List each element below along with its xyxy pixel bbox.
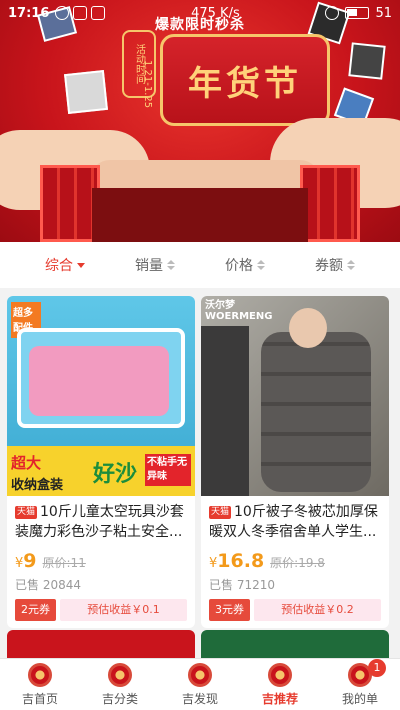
- brand-logo: 沃尔梦 WOERMENG: [205, 300, 272, 322]
- nav-label: 吉推荐: [261, 691, 298, 706]
- wifi-icon: [325, 6, 340, 20]
- network-speed: 475 K/s: [191, 5, 240, 21]
- tmall-badge: 天猫: [15, 506, 38, 519]
- orders-badge: 1: [368, 659, 386, 677]
- door-decoration: [300, 165, 360, 242]
- promo-banner[interactable]: 17:16 475 K/s 51 爆款限时秒杀 活动时间 1.21-1.25 年…: [0, 0, 400, 242]
- shelf-decoration: [201, 326, 249, 496]
- sort-label: 券额: [315, 258, 343, 274]
- image-text: 好沙: [93, 462, 138, 487]
- product-card[interactable]: 沃尔梦 WOERMENG 天猫 10斤被子冬被芯加厚保暖双人冬季宿舍单人学生...…: [201, 296, 389, 628]
- image-text: 超大: [11, 454, 42, 472]
- chevron-down-icon: [77, 262, 85, 268]
- sold-count: 已售 71210: [209, 578, 275, 592]
- stage-decoration: [92, 188, 308, 242]
- book-image: [348, 42, 386, 80]
- status-time: 17:16: [8, 5, 50, 21]
- model-image: [289, 308, 327, 348]
- plaque-text: 年货节: [188, 63, 302, 104]
- sort-price[interactable]: 价格: [225, 255, 265, 275]
- discover-icon: [188, 662, 212, 687]
- product-image: 超多配件 超大 收纳盒装 好沙 不粘手无异味: [7, 296, 195, 496]
- event-date: 1.21-1.25: [142, 60, 153, 109]
- sold-count: 已售 20844: [15, 578, 81, 592]
- nav-category[interactable]: 吉分类: [80, 659, 160, 710]
- sort-coupon[interactable]: 券额: [315, 255, 355, 275]
- battery-level: 51: [375, 5, 392, 21]
- nav-discover[interactable]: 吉发现: [160, 659, 240, 710]
- product-image: 沃尔梦 WOERMENG: [201, 296, 389, 496]
- earnings-badge: 预估收益￥0.2: [254, 599, 381, 621]
- sort-label: 综合: [45, 258, 73, 274]
- nav-label: 吉发现: [181, 691, 218, 706]
- pink-sand: [29, 346, 169, 416]
- product-title-text: 10斤被子冬被芯加厚保暖双人冬季宿舍单人学生...: [209, 504, 378, 540]
- brand-name-cn: 沃尔梦: [205, 300, 235, 311]
- festival-plaque: 年货节: [160, 34, 330, 126]
- book-image: [64, 70, 108, 114]
- recommend-icon: [268, 662, 292, 687]
- nav-label: 我的单: [341, 691, 378, 706]
- sort-label: 销量: [135, 258, 163, 274]
- brand-name-en: WOERMENG: [205, 311, 273, 322]
- status-bar: 17:16 475 K/s 51: [0, 0, 400, 26]
- sort-comprehensive[interactable]: 综合: [45, 255, 85, 275]
- nav-home[interactable]: 吉首页: [0, 659, 80, 710]
- product-card-peek[interactable]: [201, 630, 389, 658]
- product-card[interactable]: 超多配件 超大 收纳盒装 好沙 不粘手无异味 天猫10斤儿童太空玩具沙套装魔力彩…: [7, 296, 195, 628]
- image-text: 不粘手无异味: [145, 454, 191, 486]
- product-title: 天猫 10斤儿童太空玩具沙套装魔力彩色沙子粘土安全...: [15, 502, 187, 542]
- product-price: 16.8: [217, 550, 265, 572]
- sort-label: 价格: [225, 258, 253, 274]
- image-text: 收纳盒装: [11, 478, 64, 493]
- sort-arrows-icon: [347, 260, 355, 270]
- product-grid: 超多配件 超大 收纳盒装 好沙 不粘手无异味 天猫10斤儿童太空玩具沙套装魔力彩…: [0, 288, 400, 658]
- mail-icon: [73, 6, 88, 20]
- bottom-nav: 吉首页 吉分类 吉发现 吉推荐 我的单 1: [0, 658, 400, 710]
- original-price: 原价:19.8: [270, 556, 325, 570]
- coupon-badge[interactable]: 3元券: [209, 599, 250, 621]
- sort-sales[interactable]: 销量: [135, 255, 175, 275]
- battery-icon: [345, 7, 370, 19]
- product-card-peek[interactable]: [7, 630, 195, 658]
- product-price: 9: [23, 550, 37, 572]
- category-icon: [108, 662, 132, 687]
- door-decoration: [40, 165, 100, 242]
- quilt-image: [261, 332, 371, 492]
- nav-orders[interactable]: 我的单 1: [320, 659, 400, 710]
- tmall-badge: 天猫: [209, 506, 232, 519]
- sort-bar: 综合 销量 价格 券额: [0, 242, 400, 288]
- notification-icon: [91, 6, 106, 20]
- original-price: 原价:11: [42, 556, 86, 570]
- product-title-text: 10斤儿童太空玩具沙套装魔力彩色沙子粘土安全...: [15, 504, 184, 540]
- coupon-badge[interactable]: 2元券: [15, 599, 56, 621]
- nav-label: 吉首页: [21, 691, 58, 706]
- earnings-badge: 预估收益￥0.1: [60, 599, 187, 621]
- sort-arrows-icon: [167, 260, 175, 270]
- sync-icon: [55, 6, 70, 20]
- product-title: 天猫 10斤被子冬被芯加厚保暖双人冬季宿舍单人学生...: [209, 502, 381, 542]
- sort-arrows-icon: [257, 260, 265, 270]
- nav-label: 吉分类: [101, 691, 138, 706]
- nav-recommend[interactable]: 吉推荐: [240, 659, 320, 710]
- home-icon: [28, 662, 52, 687]
